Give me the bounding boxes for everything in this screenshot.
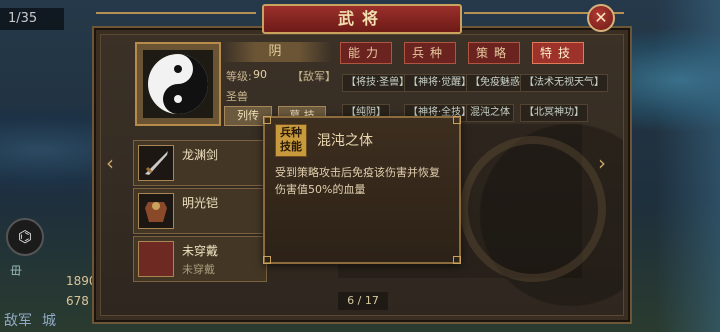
enemy-label: 敌军	[4, 313, 32, 329]
title-ornament-left	[96, 12, 256, 14]
equip-slot-weapon[interactable]: 龙渊剑	[133, 140, 267, 186]
level-label: 等级:	[226, 70, 252, 83]
side-menu-icon[interactable]: ⌬	[6, 218, 44, 256]
equip-name: 未穿戴	[182, 244, 219, 258]
skill-tag[interactable]: 【将技·圣兽】	[342, 74, 414, 92]
equip-name: 明光铠	[182, 196, 219, 210]
equip-sub: 未穿戴	[182, 263, 215, 276]
tab-strategy[interactable]: 策略	[468, 42, 520, 64]
general-name: 阴	[222, 42, 332, 62]
skill-tag[interactable]: 【法术无视天气】	[520, 74, 608, 92]
tooltip-description: 受到策略攻击后免疫该伤害并恢复伤害值50%的血量	[275, 166, 440, 196]
skill-tag[interactable]: 【神将·觉醒】	[404, 74, 476, 92]
map-edge	[656, 0, 720, 332]
panel-title: 武将	[262, 4, 462, 34]
city-label: 城	[42, 313, 56, 329]
unit-mp: 678	[66, 294, 89, 308]
general-portrait	[135, 42, 221, 126]
level-value: 90	[253, 68, 267, 81]
dragon-emblem	[460, 136, 606, 282]
species-label: 圣兽	[226, 90, 248, 103]
equip-slot-armor[interactable]: 明光铠	[133, 188, 267, 234]
next-general-arrow-icon[interactable]: ›	[598, 152, 612, 174]
skill-tag[interactable]: 混沌之体	[466, 104, 514, 122]
equip-name: 龙渊剑	[182, 148, 219, 162]
tooltip-title: 混沌之体	[317, 133, 373, 149]
troop-skill-badge: 兵种技能	[275, 124, 307, 157]
empty-slot-icon	[138, 241, 174, 277]
unit-label: 毌	[10, 264, 23, 278]
faction-label: 【敌军】	[292, 70, 336, 83]
tab-special-skills[interactable]: 特技	[532, 42, 584, 64]
yin-yang-icon	[148, 54, 208, 114]
map-counter: 1/35	[0, 8, 64, 30]
tab-ability[interactable]: 能力	[340, 42, 392, 64]
tab-troops[interactable]: 兵种	[404, 42, 456, 64]
page-indicator: 6 / 17	[338, 292, 388, 310]
equip-slot-accessory[interactable]: 未穿戴 未穿戴	[133, 236, 267, 282]
unit-stats: 毌 1890 678 敌军 城	[0, 262, 100, 332]
skill-tag[interactable]: 【北冥神功】	[520, 104, 588, 122]
skill-tooltip: 兵种技能 混沌之体 受到策略攻击后免疫该伤害并恢复伤害值50%的血量	[263, 116, 461, 264]
close-button[interactable]: ✕	[587, 4, 615, 32]
armor-icon	[138, 193, 174, 229]
prev-general-arrow-icon[interactable]: ‹	[106, 152, 120, 174]
sword-icon	[138, 145, 174, 181]
